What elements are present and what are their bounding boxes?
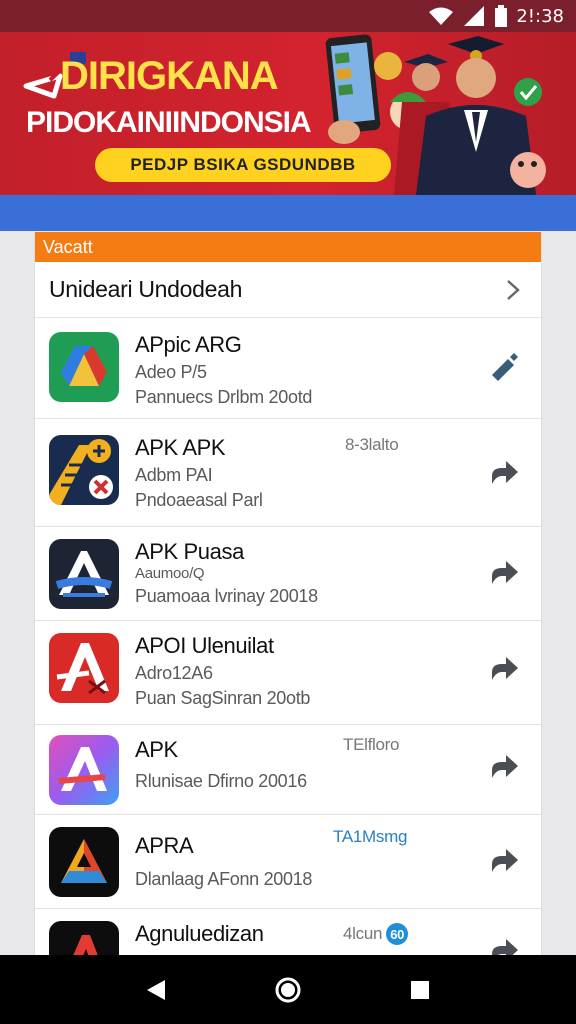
- road-sign-icon: [49, 435, 119, 505]
- banner-title: DIRIGKANA: [60, 54, 279, 98]
- app-size: 4lcun: [343, 924, 383, 943]
- share-arrow-icon[interactable]: [487, 651, 521, 685]
- banner-subtitle: PIDOKAINIINDONSIA: [26, 106, 312, 139]
- back-triangle-icon[interactable]: [136, 970, 176, 1010]
- app-version: Adbm PAI: [135, 465, 213, 485]
- share-arrow-icon[interactable]: [487, 555, 521, 589]
- app-name: APpic ARG: [135, 332, 242, 357]
- app-list-item[interactable]: APK Puasa Aaumoo/Q Puamoaa lvrinay 20018: [35, 527, 541, 621]
- app-name: APK Puasa: [135, 539, 244, 564]
- apk-a-dark-icon: [49, 827, 119, 897]
- app-name: APRA: [135, 833, 194, 858]
- app-list-item[interactable]: APpic ARG Adeo P/5 Pannuecs Drlbm 20otd: [35, 318, 541, 419]
- app-version: Aaumoo/Q: [135, 565, 205, 582]
- home-circle-icon[interactable]: [268, 970, 308, 1010]
- share-arrow-icon[interactable]: [487, 455, 521, 489]
- app-list-item[interactable]: APK Rlunisae Dfirno 20016 TElfloro: [35, 725, 541, 815]
- app-list-card: Vacatt Unideari Undodeah APpic ARG Adeo …: [35, 232, 541, 956]
- status-bar: 2!:38: [0, 0, 576, 32]
- app-version: Adeo P/5: [135, 362, 207, 382]
- share-arrow-icon[interactable]: [487, 749, 521, 783]
- app-name: APOI Ulenuilat: [135, 633, 274, 658]
- share-arrow-icon[interactable]: [487, 933, 521, 956]
- recents-square-icon[interactable]: [400, 970, 440, 1010]
- drive-like-icon: [49, 332, 119, 402]
- edit-pencil-icon[interactable]: [487, 350, 521, 384]
- app-list-item[interactable]: APOI Ulenuilat Adro12A6 Puan SagSinran 2…: [35, 621, 541, 725]
- chevron-right-icon: [501, 278, 525, 302]
- apk-a-gradient-icon: [49, 735, 119, 805]
- apk-a-black-icon: [49, 921, 119, 956]
- card-header-label: Vacatt: [35, 232, 541, 262]
- battery-icon: [494, 5, 508, 27]
- status-time: 2!:38: [516, 5, 564, 27]
- app-badge: 60: [386, 923, 409, 945]
- app-name: APK: [135, 737, 178, 762]
- app-name: APK APK: [135, 435, 226, 460]
- app-detail: Rlunisae Dfirno 20016: [135, 771, 307, 791]
- system-nav-bar: [0, 955, 576, 1024]
- promo-banner[interactable]: DIRIGKANA PIDOKAINIINDONSIA PEDJP BSIKA …: [0, 32, 576, 195]
- app-detail: Pannuecs Drlbm 20otd: [135, 387, 313, 407]
- app-list-item[interactable]: APK APK Adbm PAI Pndoaeasal Parl 8-3lalt…: [35, 419, 541, 527]
- app-detail: Puamoaa lvrinay 20018: [135, 586, 318, 606]
- app-size: 8-3lalto: [345, 435, 399, 454]
- app-detail: Pndoaeasal Parl: [135, 490, 263, 510]
- app-size-group: 4lcun 60: [343, 923, 409, 945]
- app-name: Agnuluedizan: [135, 921, 264, 946]
- app-version: Adro12A6: [135, 663, 213, 683]
- app-size: TA1Msmg: [333, 827, 408, 846]
- signal-icon: [462, 5, 486, 27]
- banner-officers-illustration: [325, 34, 546, 195]
- section-title: Unideari Undodeah: [49, 276, 243, 302]
- app-list-item[interactable]: Agnuluedizan 4lcun 60: [35, 909, 541, 956]
- section-link-row[interactable]: Unideari Undodeah: [35, 262, 541, 318]
- apk-a-red-icon: [49, 633, 119, 703]
- app-detail: Puan SagSinran 20otb: [135, 688, 311, 708]
- apk-a-blue-icon: [49, 539, 119, 609]
- blue-divider-strip: [0, 195, 576, 231]
- app-detail: Dlanlaag AFonn 20018: [135, 869, 313, 889]
- wifi-icon: [428, 6, 454, 26]
- share-arrow-icon[interactable]: [487, 843, 521, 877]
- app-list-item[interactable]: APRA Dlanlaag AFonn 20018 TA1Msmg: [35, 815, 541, 909]
- app-size: TElfloro: [343, 735, 400, 754]
